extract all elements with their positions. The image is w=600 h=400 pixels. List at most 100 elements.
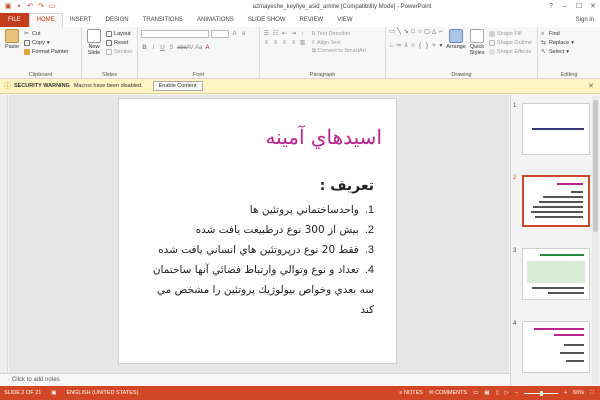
line-spacing-icon[interactable]: ↕ [299,31,306,37]
help-button[interactable]: ? [544,1,558,13]
close-button[interactable]: ✕ [586,1,600,13]
minimize-button[interactable]: – [558,1,572,13]
zoom-in-icon[interactable]: + [564,390,567,396]
tab-review[interactable]: REVIEW [293,13,331,27]
down-arrow-shape-icon[interactable]: ⇩ [403,43,409,49]
numbering-icon[interactable]: ☷ [272,30,279,37]
star-shape-icon[interactable]: ☆ [410,43,416,49]
paste-button[interactable]: Paste [3,29,21,56]
font-name-input[interactable] [141,29,209,38]
find-button[interactable]: ⌕ Find [541,29,597,38]
rectangle-shape-icon[interactable]: □ [410,29,416,35]
connector-shape-icon[interactable]: ⌐ [438,29,444,35]
slide-sorter-icon[interactable]: ▦ [484,390,489,396]
columns-icon[interactable]: ▥ [299,39,306,46]
slide-thumbnail-3[interactable] [522,248,590,300]
shadow-icon[interactable]: S [168,45,175,51]
enable-content-button[interactable]: Enable Content [152,81,203,91]
tab-design[interactable]: DESIGN [99,13,136,27]
slideshow-view-icon[interactable]: ▷ [505,390,509,396]
undo-icon[interactable]: ↶ [26,3,34,11]
change-case-icon[interactable]: Aa [195,45,202,51]
underline-icon[interactable]: U [159,45,166,51]
triangle-shape-icon[interactable]: △ [431,29,437,35]
redo-icon[interactable]: ↷ [37,3,45,11]
font-color-icon[interactable]: A [204,45,211,51]
select-button[interactable]: ↖ Select ▾ [541,47,597,56]
italic-icon[interactable]: I [150,45,157,51]
tab-file[interactable]: FILE [0,13,29,27]
tab-animations[interactable]: ANIMATIONS [190,13,241,27]
reset-button[interactable]: Reset [106,38,132,47]
align-left-icon[interactable]: ≡ [263,40,270,46]
textbox-shape-icon[interactable]: ▭ [389,29,395,35]
grow-font-icon[interactable]: A [231,31,238,37]
sign-in-link[interactable]: Sign in [570,13,600,27]
close-icon[interactable]: ✕ [588,82,594,90]
normal-view-icon[interactable]: ▭ [473,390,478,396]
tab-view[interactable]: VIEW [330,13,359,27]
language-indicator[interactable]: ENGLISH (UNITED STATES) [67,390,139,396]
tab-slide-show[interactable]: SLIDE SHOW [241,13,293,27]
justify-icon[interactable]: ≡ [290,40,297,46]
slide-title[interactable]: اسيدهاي آمينه [265,125,382,149]
maximize-button[interactable]: ☐ [572,1,586,13]
notes-button[interactable]: ≡ NOTES [399,390,423,396]
convert-smartart-button[interactable]: ⧉ Convert to SmartArt [312,48,366,55]
section-button[interactable]: Section [106,47,132,56]
spelling-icon[interactable]: ▣ [51,390,56,396]
decrease-indent-icon[interactable]: ⇤ [281,30,288,37]
brace2-shape-icon[interactable]: } [424,43,430,49]
zoom-out-icon[interactable]: – [515,390,518,396]
zoom-level[interactable]: 66% [573,390,584,396]
tab-transitions[interactable]: TRANSITIONS [136,13,190,27]
replace-button[interactable]: ⇆ Replace ▾ [541,38,597,47]
star2-shape-icon[interactable]: ✧ [431,43,437,49]
shrink-font-icon[interactable]: a [240,31,247,37]
strikethrough-icon[interactable]: abc [177,45,187,51]
new-slide-button[interactable]: New Slide [85,29,103,56]
zoom-slider[interactable] [523,390,558,396]
text-direction-button[interactable]: ⇅ Text Direction [311,31,350,37]
comments-button[interactable]: ✉ COMMENTS [429,390,467,396]
align-text-button[interactable]: ⇳ Align Text [311,40,341,46]
arrow-shape-icon[interactable]: ↘ [403,29,409,35]
scrollbar-thumb[interactable] [593,100,598,232]
reading-view-icon[interactable]: ▯ [496,390,499,396]
vertical-scrollbar[interactable] [592,96,599,384]
slide-thumbnail-2[interactable] [522,175,590,227]
more-shapes-icon[interactable]: ▾ [438,43,444,49]
increase-indent-icon[interactable]: ⇥ [290,30,297,37]
oval-shape-icon[interactable]: ○ [417,29,423,35]
char-spacing-icon[interactable]: AV [186,45,194,51]
shape-effects-button[interactable]: Shape Effects [489,47,532,56]
align-right-icon[interactable]: ≡ [281,40,288,46]
rounded-rect-shape-icon[interactable]: ▢ [424,29,430,35]
shape-fill-button[interactable]: Shape Fill [489,29,532,38]
quick-styles-button[interactable]: Quick Styles [468,29,486,56]
fit-slide-icon[interactable]: ⛶ [590,390,594,397]
right-arrow-shape-icon[interactable]: ⇨ [396,43,402,49]
slide-bullet-list[interactable]: 1.واحدساختماني پروتئين ها 2.بيش از 300 ن… [144,200,374,320]
slide-thumbnail-1[interactable] [522,103,590,155]
zoom-slider-knob[interactable] [539,390,543,396]
slide-subtitle[interactable]: تعريف : [320,178,374,194]
line-shape-icon[interactable]: ╲ [396,29,402,35]
font-size-input[interactable] [211,29,229,38]
save-icon[interactable]: ▪ [15,3,23,11]
align-center-icon[interactable]: ≡ [272,40,279,46]
bullets-icon[interactable]: ☰ [263,30,270,37]
connector2-shape-icon[interactable]: ∟ [389,43,395,49]
bold-icon[interactable]: B [141,45,148,51]
slide-thumbnail-4[interactable] [522,321,590,373]
copy-button[interactable]: Copy ▾ [24,38,68,47]
notes-pane[interactable]: Click to add notes [0,373,510,386]
slide-canvas[interactable]: اسيدهاي آمينه تعريف : 1.واحدساختماني پرو… [118,98,397,364]
brace-shape-icon[interactable]: { [417,43,423,49]
shape-outline-button[interactable]: Shape Outline [489,38,532,47]
shapes-gallery[interactable]: ▭ ╲ ↘ □ ○ ▢ △ ⌐ ∟ ⇨ ⇩ ☆ { } ✧ ▾ [389,29,444,56]
layout-button[interactable]: Layout [106,29,132,38]
format-painter-button[interactable]: Format Painter [24,47,68,56]
start-slideshow-icon[interactable]: ▭ [48,3,56,11]
cut-button[interactable]: ✂ Cut [24,29,68,38]
